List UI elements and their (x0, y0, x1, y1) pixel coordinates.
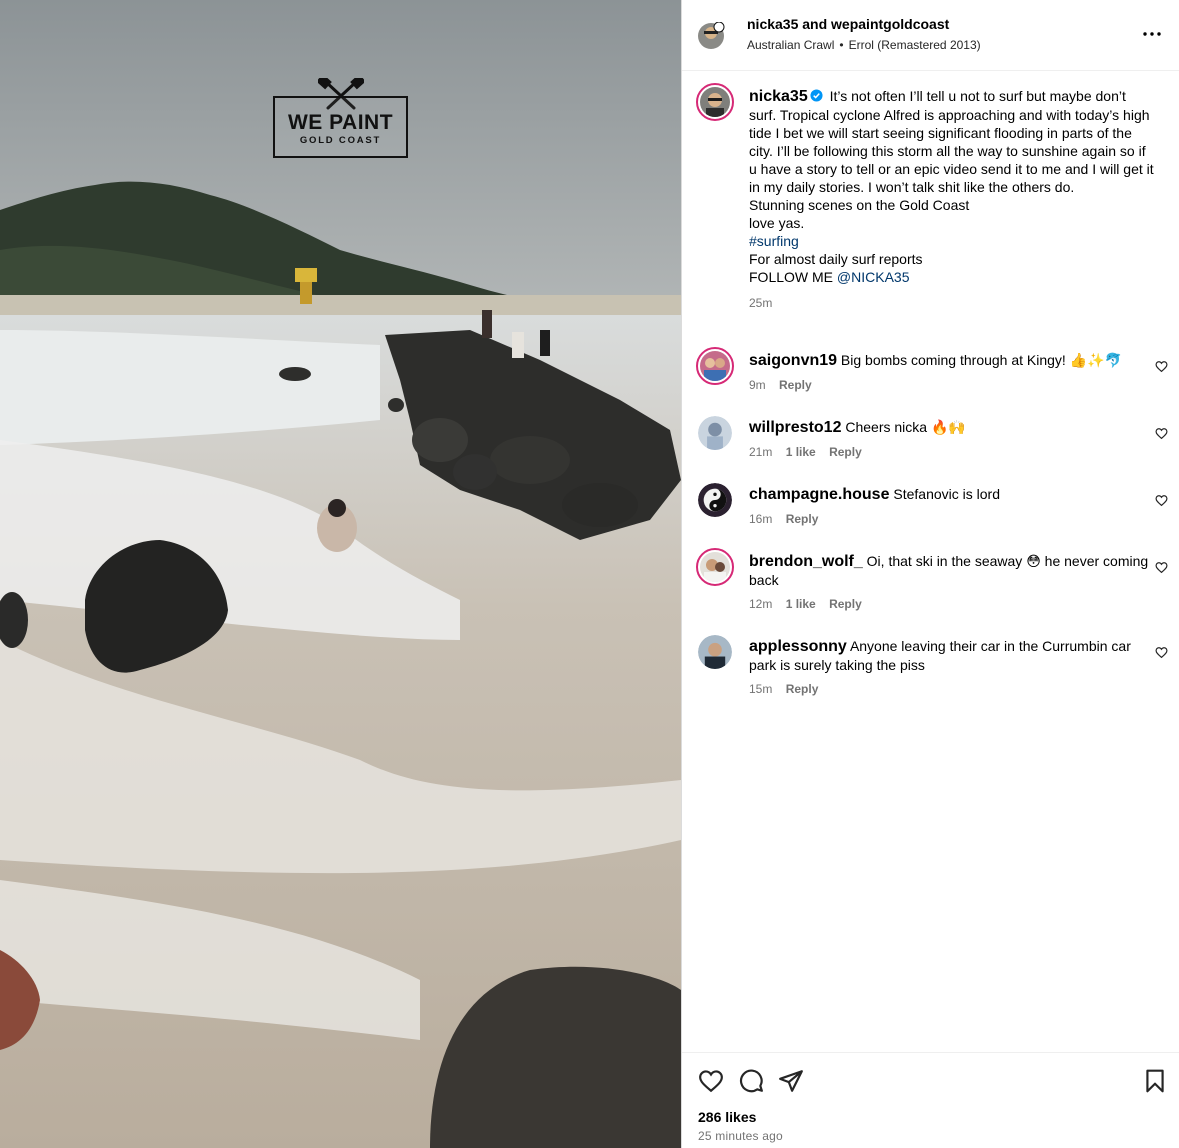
comment-time: 21m (749, 445, 773, 459)
comment-likes-count[interactable]: 1 like (786, 597, 816, 611)
comments-thread[interactable]: nicka35 It’s not often I’ll tell u not t… (682, 71, 1179, 1051)
post-header: nicka35 and wepaintgoldcoast Australian … (682, 0, 1179, 71)
comment-text: Stefanovic is lord (893, 486, 1000, 502)
likes-count[interactable]: 286 likes (698, 1109, 756, 1125)
caption-time: 25m (749, 296, 773, 310)
watermark-line2: GOLD COAST (299, 135, 382, 146)
comment-avatar-image (700, 351, 730, 381)
comment-avatar[interactable] (696, 548, 734, 586)
author-username[interactable]: nicka35 (747, 16, 798, 32)
caption-text: It’s not often I’ll tell u not to surf b… (749, 88, 1154, 195)
post-actions: 286 likes 25 minutes ago (682, 1052, 1179, 1148)
comment-body: champagne.house Stefanovic is lord 16m R… (749, 485, 1155, 528)
comment-body: applessonny Anyone leaving their car in … (749, 637, 1155, 698)
comment-time: 12m (749, 597, 773, 611)
caption-avatar-image (700, 87, 730, 117)
like-comment-heart-icon[interactable] (1155, 360, 1168, 373)
comment-reply-button[interactable]: Reply (786, 512, 819, 526)
caption-line-3: love yas. (749, 215, 805, 231)
comment-meta: 15m Reply (749, 680, 1155, 698)
comment-likes-count[interactable]: 1 like (786, 445, 816, 459)
mention-link[interactable]: @NICKA35 (837, 269, 910, 285)
comment-avatar-image (700, 552, 730, 582)
header-avatar[interactable] (697, 22, 725, 50)
like-heart-icon[interactable] (698, 1068, 724, 1094)
caption-body: nicka35 It’s not often I’ll tell u not t… (749, 87, 1155, 312)
comment-reply-button[interactable]: Reply (829, 445, 862, 459)
comment-meta: 21m 1 like Reply (749, 443, 1155, 461)
post-authors: nicka35 and wepaintgoldcoast (747, 16, 949, 32)
comment-body: brendon_wolf_ Oi, that ski in the seaway… (749, 552, 1155, 613)
save-bookmark-icon[interactable] (1142, 1068, 1168, 1094)
more-options-icon[interactable] (1140, 22, 1164, 46)
comment-avatar-image (698, 635, 732, 669)
music-track: Errol (Remastered 2013) (848, 38, 981, 52)
hashtag-link[interactable]: #surfing (749, 233, 799, 249)
comment-text: Cheers nicka 🔥🙌 (845, 419, 966, 435)
caption-meta: 25m (749, 294, 1155, 312)
music-artist: Australian Crawl (747, 38, 835, 52)
comment-time: 15m (749, 682, 773, 696)
comment-time: 16m (749, 512, 773, 526)
video-frame (0, 0, 681, 1148)
caption-line-4: For almost daily surf reports (749, 251, 923, 267)
yin-yang-avatar-icon (698, 483, 732, 517)
comment-meta: 9m Reply (749, 376, 1155, 394)
authors-conjunction: and (802, 16, 828, 32)
audio-attribution[interactable]: Australian Crawl • Errol (Remastered 2013) (747, 38, 981, 52)
like-comment-heart-icon[interactable] (1155, 561, 1168, 574)
follow-prefix: FOLLOW ME (749, 269, 834, 285)
comment-username[interactable]: applessonny (749, 638, 847, 655)
comment-meta: 12m 1 like Reply (749, 595, 1155, 613)
comment-meta: 16m Reply (749, 510, 1155, 528)
watermark-line1: WE PAINT (287, 111, 394, 134)
caption-avatar[interactable] (696, 83, 734, 121)
comment-avatar-image (698, 416, 732, 450)
music-separator: • (839, 38, 844, 52)
verified-badge-icon (810, 89, 823, 102)
comment-avatar[interactable] (698, 483, 732, 517)
comment-reply-button[interactable]: Reply (779, 378, 812, 392)
comment-username[interactable]: willpresto12 (749, 419, 841, 436)
comment-username[interactable]: brendon_wolf_ (749, 553, 863, 570)
like-comment-heart-icon[interactable] (1155, 494, 1168, 507)
comment-text: Big bombs coming through at Kingy! 👍✨🐬 (840, 352, 1123, 368)
caption-username[interactable]: nicka35 (749, 88, 808, 105)
collaborator-username[interactable]: wepaintgoldcoast (831, 16, 949, 32)
comment-username[interactable]: champagne.house (749, 486, 889, 503)
comment-body: willpresto12 Cheers nicka 🔥🙌 21m 1 like … (749, 418, 1155, 461)
caption-line-2: Stunning scenes on the Gold Coast (749, 197, 970, 213)
comment-reply-button[interactable]: Reply (829, 597, 862, 611)
comment-avatar[interactable] (698, 416, 732, 450)
post-timestamp[interactable]: 25 minutes ago (698, 1129, 783, 1143)
comment-avatar[interactable] (696, 347, 734, 385)
share-paper-plane-icon[interactable] (778, 1068, 804, 1094)
like-comment-heart-icon[interactable] (1155, 427, 1168, 440)
comment-body: saigonvn19 Big bombs coming through at K… (749, 351, 1155, 394)
watermark-logo: WE PAINT GOLD COAST (273, 78, 408, 158)
comment-bubble-icon[interactable] (738, 1068, 764, 1094)
post-video[interactable]: WE PAINT GOLD COAST (0, 0, 681, 1148)
post-details-panel: nicka35 and wepaintgoldcoast Australian … (681, 0, 1179, 1148)
comment-reply-button[interactable]: Reply (786, 682, 819, 696)
comment-avatar[interactable] (698, 635, 732, 669)
like-comment-heart-icon[interactable] (1155, 646, 1168, 659)
comment-time: 9m (749, 378, 766, 392)
comment-username[interactable]: saigonvn19 (749, 352, 837, 369)
